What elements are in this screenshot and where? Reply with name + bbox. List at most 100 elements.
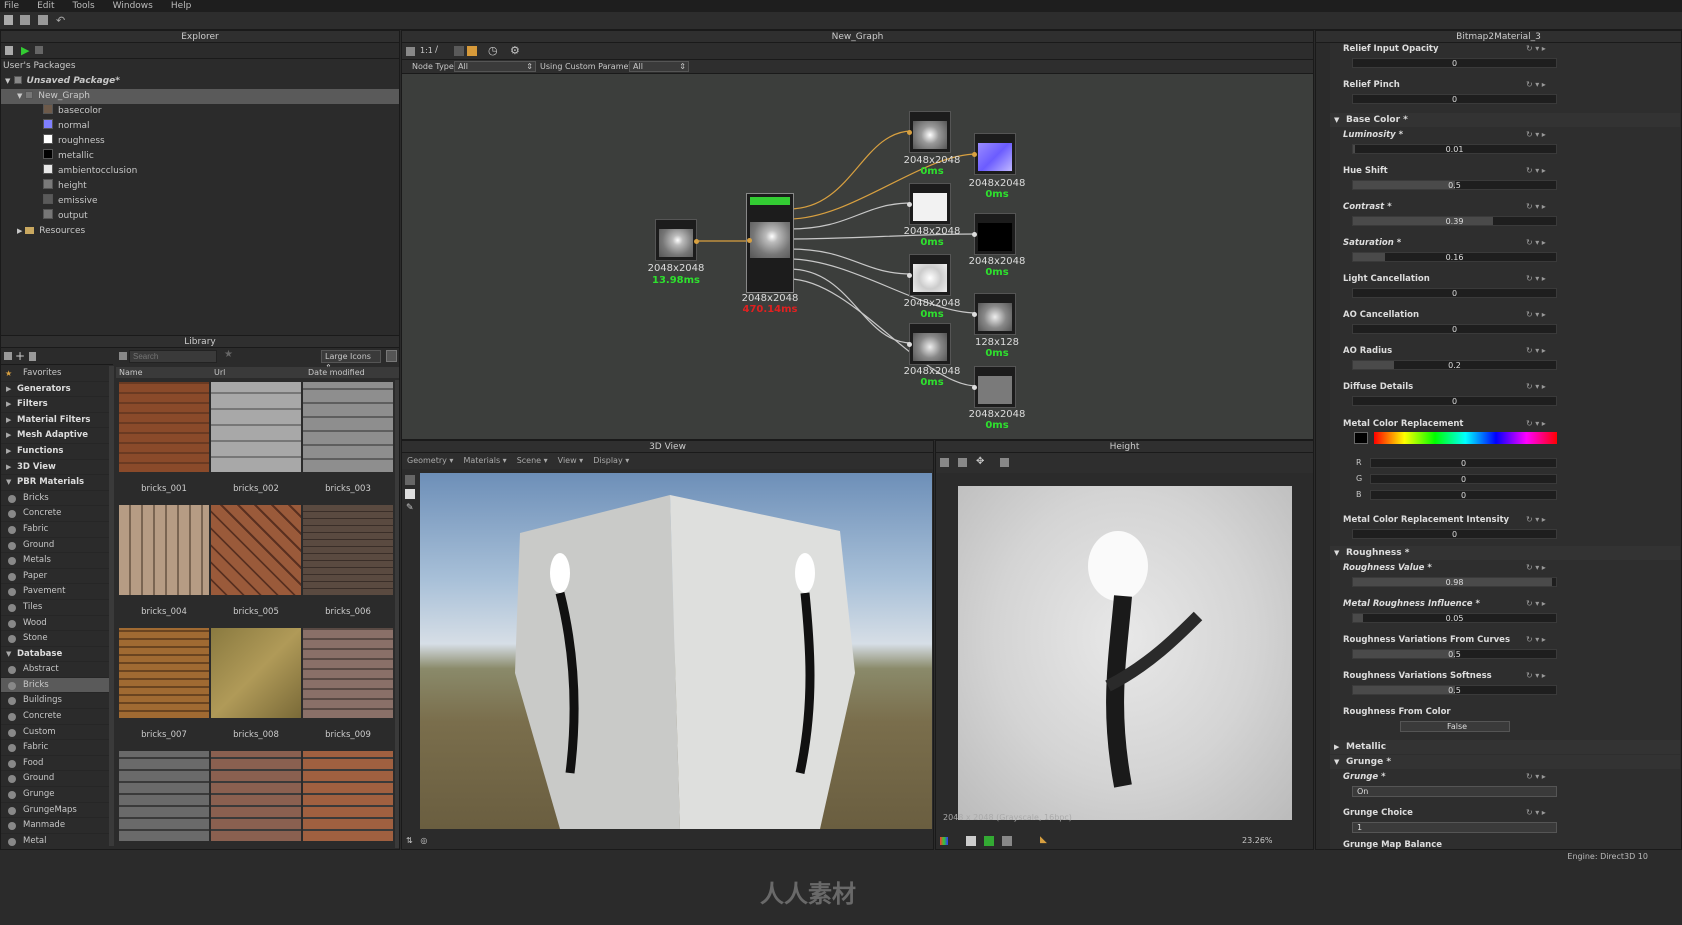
library-tree-item[interactable]: ★ Favorites [1,366,109,382]
library-tree-item[interactable]: ▶ Mesh Adaptive [1,428,109,444]
new-icon[interactable] [4,15,13,25]
library-scrollbar[interactable] [395,380,399,848]
material-thumbnail[interactable] [211,751,301,841]
grunge-choice-dropdown[interactable]: 1 [1352,822,1557,833]
param-menu-icon[interactable]: ↻ ▾ ▸ [1526,419,1546,428]
filter-icon[interactable] [119,352,127,360]
library-tree-item[interactable]: ▼ Database [1,647,109,663]
library-tree-item[interactable]: Ground [1,771,109,788]
play-icon[interactable]: ▶ [21,44,29,57]
height-map-image[interactable] [958,486,1292,820]
output-row[interactable]: ambientocclusion [1,164,399,179]
library-tree-item[interactable]: Custom [1,725,109,741]
param-menu-icon[interactable]: ↻ ▾ ▸ [1526,671,1546,680]
3d-menu-geometry[interactable]: Geometry ▾ [407,453,453,469]
library-tree-item[interactable]: ▶ Functions [1,444,109,460]
3d-menu-scene[interactable]: Scene ▾ [517,453,548,469]
input-port[interactable] [972,232,977,237]
save-icon[interactable] [38,15,48,25]
grid-toggle-icon[interactable] [1002,836,1012,846]
library-tree-item[interactable]: Concrete [1,506,109,522]
library-tree-item[interactable]: Stone [1,631,109,647]
output-row[interactable]: emissive [1,194,399,209]
camera-tool-icon[interactable] [405,489,415,499]
menu-tools[interactable]: Tools [73,0,95,12]
alpha-icon[interactable] [966,836,976,846]
3d-viewport[interactable] [420,473,932,829]
library-tree-item[interactable]: Pavement [1,584,109,600]
param-slider[interactable]: 0.01 [1352,144,1557,154]
input-port[interactable] [747,238,752,243]
input-port[interactable] [907,342,912,347]
expand-arrow-icon[interactable]: ▶ [6,397,11,413]
output-row[interactable]: basecolor [1,104,399,119]
package-row[interactable]: ▼ Unsaved Package* [1,74,399,89]
output-node[interactable] [974,293,1016,335]
fit-icon[interactable]: ✥ [976,456,984,467]
library-tree-item[interactable]: Wood [1,616,109,632]
library-tree-item[interactable]: Metals [1,553,109,569]
resources-row[interactable]: ▶ Resources [1,224,399,239]
library-tree-item[interactable]: Tiles [1,600,109,616]
material-thumbnail[interactable] [303,628,393,718]
stop-icon[interactable] [35,46,43,54]
favorite-star-icon[interactable]: ★ [224,349,233,360]
param-menu-icon[interactable]: ↻ ▾ ▸ [1526,515,1546,524]
library-tree-item[interactable]: ▶ Filters [1,397,109,413]
param-slider[interactable]: 0 [1352,529,1557,539]
material-thumbnail[interactable] [303,382,393,472]
input-port[interactable] [907,130,912,135]
package-icon[interactable] [5,46,13,55]
expand-arrow-icon[interactable]: ▼ [6,475,11,491]
material-thumbnail[interactable] [211,382,301,472]
output-row[interactable]: roughness [1,134,399,149]
output-row[interactable]: output [1,209,399,224]
undo-icon[interactable]: ↶ [56,14,65,27]
input-port[interactable] [907,202,912,207]
3d-menu-view[interactable]: View ▾ [558,453,584,469]
light-tool-icon[interactable]: ✎ [406,503,414,513]
material-thumbnail[interactable] [119,628,209,718]
param-menu-icon[interactable]: ↻ ▾ ▸ [1526,166,1546,175]
channel-icon[interactable] [940,458,949,467]
param-menu-icon[interactable]: ↻ ▾ ▸ [1526,202,1546,211]
input-port[interactable] [972,385,977,390]
col-url[interactable]: Url [214,367,225,378]
library-tree-item[interactable]: ▼ PBR Materials [1,475,109,491]
expand-arrow-icon[interactable]: ▶ [6,413,11,429]
library-tree-item[interactable]: Buildings [1,693,109,710]
3d-menu-materials[interactable]: Materials ▾ [463,453,506,469]
param-slider[interactable]: 0.5 [1352,180,1557,190]
param-menu-icon[interactable]: ↻ ▾ ▸ [1526,563,1546,572]
param-slider[interactable]: 0 [1352,94,1557,104]
material-thumbnail[interactable] [119,505,209,595]
input-port[interactable] [907,273,912,278]
bitmap2material-node[interactable] [746,193,794,293]
output-node[interactable] [974,133,1016,175]
col-name[interactable]: Name [119,367,143,378]
export-icon[interactable] [958,458,967,467]
param-slider[interactable]: 0.05 [1352,613,1557,623]
add-icon[interactable]: + [15,349,25,363]
param-slider[interactable]: 0.98 [1352,577,1557,587]
param-menu-icon[interactable]: ↻ ▾ ▸ [1526,130,1546,139]
output-node[interactable] [974,366,1016,408]
input-port[interactable] [972,152,977,157]
param-menu-icon[interactable]: ↻ ▾ ▸ [1526,238,1546,247]
material-thumbnail[interactable] [119,382,209,472]
select-tool-icon[interactable] [405,475,415,485]
library-doc-icon[interactable] [29,352,36,361]
library-tree-item[interactable]: Abstract [1,662,109,678]
output-node[interactable] [909,323,951,365]
param-menu-icon[interactable]: ↻ ▾ ▸ [1526,772,1546,781]
param-slider[interactable]: 0.39 [1352,216,1557,226]
param-slider[interactable]: 0 [1352,324,1557,334]
output-node[interactable] [909,183,951,225]
library-tree-item[interactable]: Bricks [1,677,109,694]
section-base_color[interactable]: ▼ Base Color * [1330,113,1680,127]
param-menu-icon[interactable]: ↻ ▾ ▸ [1526,44,1546,53]
menu-windows[interactable]: Windows [113,0,153,12]
library-tree-item[interactable]: Concrete [1,709,109,725]
green-channel-icon[interactable] [984,836,994,846]
menu-file[interactable]: File [4,0,19,12]
